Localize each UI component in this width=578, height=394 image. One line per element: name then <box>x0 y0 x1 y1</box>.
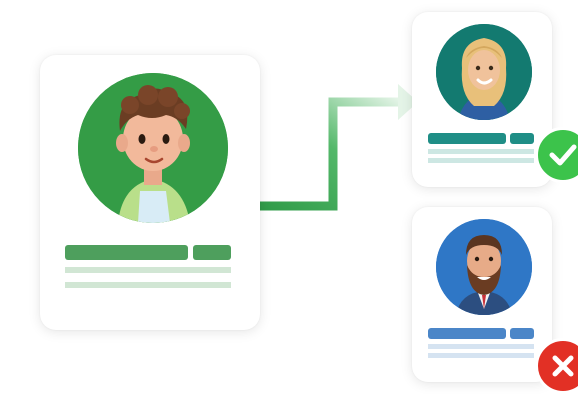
connector-line <box>250 97 402 211</box>
candidate-card-rejected <box>412 207 552 382</box>
bearded-man-icon <box>436 219 532 315</box>
curly-hair-boy-icon <box>78 73 228 223</box>
candidate-card-main <box>40 55 260 330</box>
name-bar-primary <box>428 328 506 339</box>
detail-line-2 <box>428 158 534 163</box>
name-bar-secondary <box>510 328 534 339</box>
blonde-woman-icon <box>436 24 532 120</box>
detail-line-2 <box>65 282 231 288</box>
detail-line-1 <box>65 267 231 273</box>
name-bar-primary <box>428 133 506 144</box>
name-bar-secondary <box>193 245 231 260</box>
candidate-card-accepted <box>412 12 552 187</box>
detail-line-2 <box>428 353 534 358</box>
detail-line-1 <box>428 344 534 349</box>
name-bar-primary <box>65 245 188 260</box>
name-bar-secondary <box>510 133 534 144</box>
detail-line-1 <box>428 149 534 154</box>
